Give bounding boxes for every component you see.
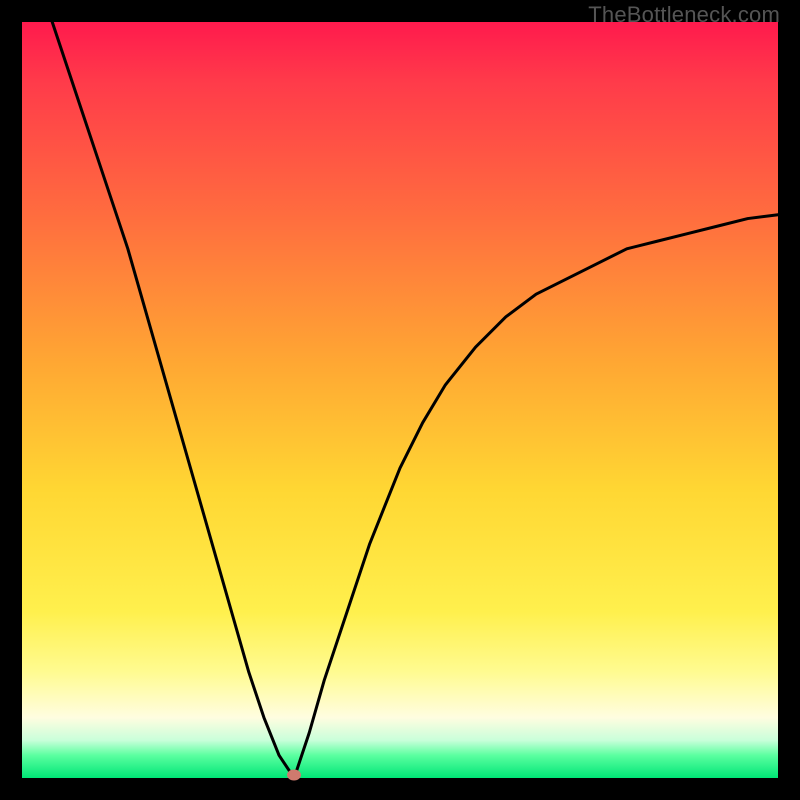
plot-area (22, 22, 778, 778)
minimum-marker (287, 770, 301, 781)
curve-left-branch (52, 22, 294, 778)
curve-right-branch (294, 215, 778, 778)
watermark: TheBottleneck.com (588, 2, 780, 28)
chart-frame: TheBottleneck.com (0, 0, 800, 800)
bottleneck-curve (22, 22, 778, 778)
